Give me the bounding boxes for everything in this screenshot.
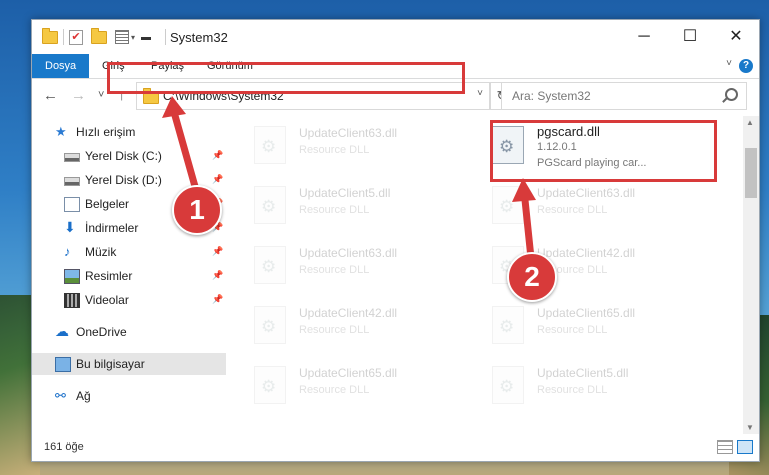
arrow-2-head [512,178,536,202]
arrow-2 [521,196,535,262]
arrow-1-head [162,96,186,118]
step-marker-1: 1 [172,185,222,235]
annotation-arrows [162,96,536,262]
arrow-1 [170,108,200,194]
step-marker-2: 2 [507,252,557,302]
